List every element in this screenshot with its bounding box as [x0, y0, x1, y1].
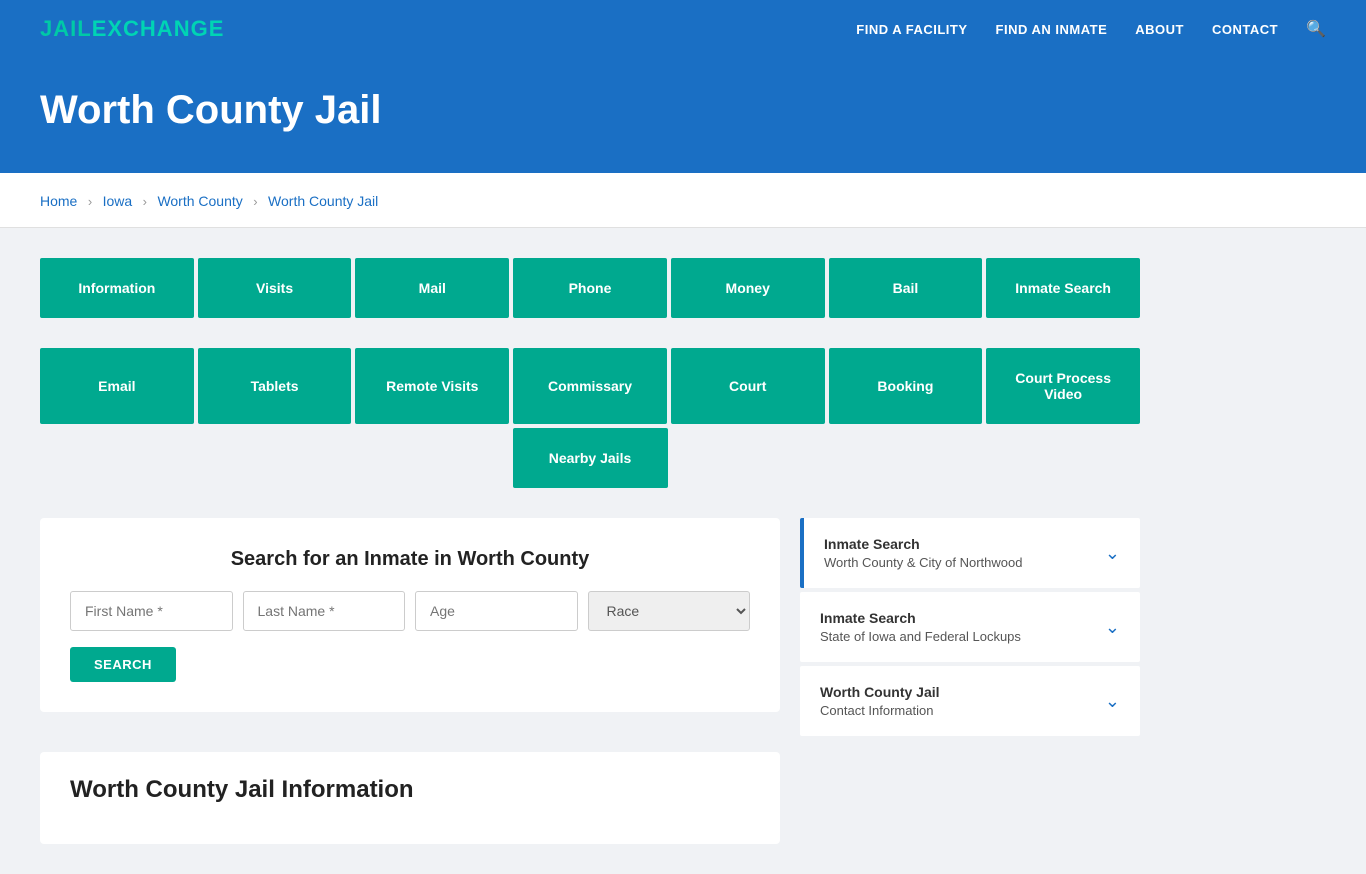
info-section-title: Worth County Jail Information — [40, 752, 780, 814]
btn-nearby-jails[interactable]: Nearby Jails — [513, 428, 668, 488]
button-grid-row3: Nearby Jails — [40, 428, 1140, 488]
btn-email[interactable]: Email — [40, 348, 194, 424]
nav-find-facility[interactable]: FIND A FACILITY — [856, 22, 967, 37]
sidebar-item-1-text: Inmate Search State of Iowa and Federal … — [820, 610, 1021, 644]
breadcrumb-worth-county[interactable]: Worth County — [157, 193, 242, 209]
breadcrumb-current: Worth County Jail — [268, 193, 378, 209]
site-logo[interactable]: JAILEXCHANGE — [40, 16, 224, 42]
sidebar-item-2-sub: Contact Information — [820, 703, 940, 718]
two-col-layout: Search for an Inmate in Worth County Rac… — [40, 518, 1140, 844]
btn-information[interactable]: Information — [40, 258, 194, 318]
sidebar-item-2[interactable]: Worth County Jail Contact Information ⌄ — [800, 666, 1140, 736]
button-grid-row2: Email Tablets Remote Visits Commissary C… — [40, 348, 1140, 424]
btn-remote-visits[interactable]: Remote Visits — [355, 348, 509, 424]
page-title: Worth County Jail — [40, 88, 1326, 133]
sidebar-item-0-label: Inmate Search — [824, 536, 1022, 552]
chevron-down-icon-1: ⌄ — [1105, 617, 1120, 638]
sidebar-item-1-label: Inmate Search — [820, 610, 1021, 626]
btn-commissary[interactable]: Commissary — [513, 348, 667, 424]
age-input[interactable] — [415, 591, 578, 631]
nav-about[interactable]: ABOUT — [1135, 22, 1184, 37]
sidebar-item-1[interactable]: Inmate Search State of Iowa and Federal … — [800, 592, 1140, 662]
sidebar-item-0-sub: Worth County & City of Northwood — [824, 555, 1022, 570]
breadcrumb-iowa[interactable]: Iowa — [103, 193, 133, 209]
search-button[interactable]: SEARCH — [70, 647, 176, 682]
logo-jail: JAIL — [40, 16, 92, 41]
race-select[interactable]: Race White Black Hispanic Asian Other — [588, 591, 751, 631]
breadcrumb-home[interactable]: Home — [40, 193, 77, 209]
last-name-input[interactable] — [243, 591, 406, 631]
info-section: Worth County Jail Information — [40, 752, 780, 844]
sidebar-item-1-inner[interactable]: Inmate Search State of Iowa and Federal … — [800, 592, 1140, 662]
nav-find-inmate[interactable]: FIND AN INMATE — [996, 22, 1108, 37]
chevron-down-icon-2: ⌄ — [1105, 691, 1120, 712]
btn-phone[interactable]: Phone — [513, 258, 667, 318]
btn-money[interactable]: Money — [671, 258, 825, 318]
chevron-down-icon-0: ⌄ — [1105, 543, 1120, 564]
btn-mail[interactable]: Mail — [355, 258, 509, 318]
btn-bail[interactable]: Bail — [829, 258, 983, 318]
button-grid-row1: Information Visits Mail Phone Money Bail… — [40, 258, 1140, 318]
sidebar-item-1-sub: State of Iowa and Federal Lockups — [820, 629, 1021, 644]
sidebar-item-2-label: Worth County Jail — [820, 684, 940, 700]
breadcrumb-sep-3: › — [253, 194, 257, 209]
btn-visits[interactable]: Visits — [198, 258, 352, 318]
site-header: JAILEXCHANGE FIND A FACILITY FIND AN INM… — [0, 0, 1366, 58]
search-panel: Search for an Inmate in Worth County Rac… — [40, 518, 780, 712]
logo-exchange: EXCHANGE — [92, 16, 225, 41]
btn-booking[interactable]: Booking — [829, 348, 983, 424]
breadcrumb-sep-2: › — [143, 194, 147, 209]
sidebar-item-2-text: Worth County Jail Contact Information — [820, 684, 940, 718]
first-name-input[interactable] — [70, 591, 233, 631]
left-col: Search for an Inmate in Worth County Rac… — [40, 518, 780, 844]
btn-inmate-search[interactable]: Inmate Search — [986, 258, 1140, 318]
nav-contact[interactable]: CONTACT — [1212, 22, 1278, 37]
search-title: Search for an Inmate in Worth County — [70, 548, 750, 571]
btn-court-process-video[interactable]: Court Process Video — [986, 348, 1140, 424]
sidebar-item-0-text: Inmate Search Worth County & City of Nor… — [824, 536, 1022, 570]
breadcrumb-sep-1: › — [88, 194, 92, 209]
breadcrumb: Home › Iowa › Worth County › Worth Count… — [0, 179, 1366, 228]
btn-court[interactable]: Court — [671, 348, 825, 424]
hero-section: Worth County Jail — [0, 58, 1366, 173]
main-nav: FIND A FACILITY FIND AN INMATE ABOUT CON… — [856, 19, 1326, 39]
sidebar-item-0-inner[interactable]: Inmate Search Worth County & City of Nor… — [804, 518, 1140, 588]
search-form: Race White Black Hispanic Asian Other — [70, 591, 750, 631]
sidebar: Inmate Search Worth County & City of Nor… — [800, 518, 1140, 844]
search-icon[interactable]: 🔍 — [1306, 19, 1326, 39]
btn-tablets[interactable]: Tablets — [198, 348, 352, 424]
sidebar-item-0[interactable]: Inmate Search Worth County & City of Nor… — [800, 518, 1140, 588]
sidebar-item-2-inner[interactable]: Worth County Jail Contact Information ⌄ — [800, 666, 1140, 736]
main-content: Information Visits Mail Phone Money Bail… — [0, 228, 1366, 874]
